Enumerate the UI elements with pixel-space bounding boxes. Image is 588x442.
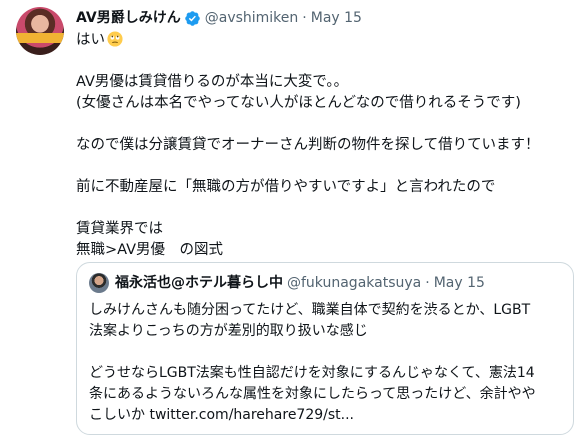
quoted-line: 条にあるようないろんな属性を対象にしたらって思ったけど、余計やや <box>89 386 536 402</box>
quoted-tweet-header: 福永活也@ホテル暮らし中 @fukunagakatsuya · May 15 <box>89 273 561 293</box>
tweet-header: AV男爵しみけん @avshimiken · May 15 <box>76 8 362 28</box>
quoted-line: こしいか twitter.com/harehare729/st... <box>89 407 355 423</box>
handle[interactable]: @avshimiken <box>205 8 299 28</box>
separator-dot: · <box>302 10 307 26</box>
tweet-line: なので僕は分譲賃貸でオーナーさん判断の物件を探して借りています！ <box>76 137 540 153</box>
tweet-line: (女優さんは本名でやってない人がほとんどなので借りれるそうです) <box>76 95 521 111</box>
tweet-line: はい <box>76 32 105 48</box>
quoted-line: どうせならLGBT法案も性自認だけを対象にするんじゃなくて、憲法14 <box>89 365 535 381</box>
rolling-eyes-emoji-icon <box>107 31 123 47</box>
tweet-text: はい AV男優は賃貸借りるのが本当に大変で。。 (女優さんは本名でやってない人が… <box>76 30 576 261</box>
quoted-line: しみけんさんも随分困ってたけど、職業自体で契約を渋るとか、LGBT <box>89 302 531 318</box>
display-name[interactable]: AV男爵しみけん <box>76 8 181 28</box>
tweet-line: 無職>AV男優 の図式 <box>76 242 224 258</box>
tweet-line: 賃貸業界では <box>76 221 163 237</box>
tweet-date[interactable]: May 15 <box>311 8 362 28</box>
verified-badge-icon <box>184 10 200 26</box>
quoted-tweet[interactable]: 福永活也@ホテル暮らし中 @fukunagakatsuya · May 15 し… <box>76 262 574 435</box>
tweet-line: 前に不動産屋に「無職の方が借りやすいですよ」と言われたので <box>76 179 496 195</box>
quoted-handle: @fukunagakatsuya <box>287 275 422 291</box>
quoted-line: 法案よりこっちの方が差別的取り扱いな感じ <box>89 323 368 339</box>
avatar[interactable] <box>16 7 64 55</box>
quoted-date: May 15 <box>433 275 485 291</box>
quoted-separator-dot: · <box>425 275 430 291</box>
tweet[interactable]: AV男爵しみけん @avshimiken · May 15 はい AV男優は賃貸… <box>0 0 588 442</box>
quoted-avatar <box>89 273 109 293</box>
quoted-tweet-text: しみけんさんも随分困ってたけど、職業自体で契約を渋るとか、LGBT 法案よりこっ… <box>89 300 561 426</box>
tweet-line: AV男優は賃貸借りるのが本当に大変で。。 <box>76 74 349 90</box>
avatar-caption-band <box>16 33 64 43</box>
quoted-display-name: 福永活也@ホテル暮らし中 <box>115 275 283 291</box>
